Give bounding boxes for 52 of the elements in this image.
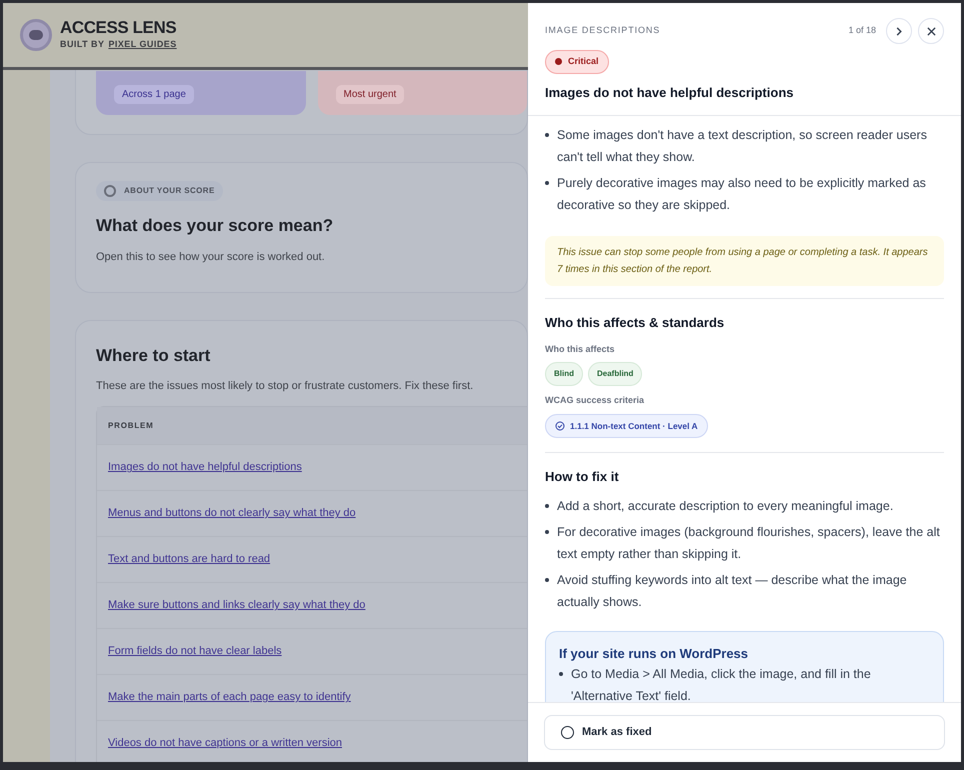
bullet-icon [545, 181, 549, 185]
section-description: These are the issues most likely to stop or frustrate customers. Fix these first. [96, 378, 474, 394]
bullet-text: Add a short, accurate description to every meaningful image. [557, 498, 894, 515]
bullet-text: For decorative images (background flourishes, spacers), leave the alt text empty rather than skipping it. [557, 524, 941, 563]
field-label: WCAG success criteria [545, 394, 644, 407]
issue-link[interactable]: Form fields do not have clear labels [108, 643, 282, 660]
criterion-label: 1.1.1 Non-text Content · Level A [570, 420, 698, 432]
audience-tag: Deafblind [588, 362, 642, 386]
notice-text: This issue can stop some people from using a page or completing a task. It appears 7 times in this section of the report. [545, 236, 944, 286]
bullet-icon [559, 672, 563, 676]
bullet-icon [545, 504, 549, 508]
close-button[interactable] [918, 18, 944, 44]
issue-link[interactable]: Make sure buttons and links clearly say what they do [108, 597, 366, 614]
bullet-text: Purely decorative images may also need to be explicitly marked as decorative so they are skipped. [557, 175, 927, 214]
section-description: Open this to see how your score is worked out. [96, 250, 325, 264]
bullet-icon [545, 578, 549, 582]
bullet-icon [545, 530, 549, 534]
section-heading: How to fix it [545, 468, 620, 486]
bullet-text: Some images don't have a text description, so screen reader users can't tell what they show. [557, 127, 928, 166]
byline-link[interactable]: PIXEL GUIDES [108, 38, 177, 52]
issue-link[interactable]: Make the main parts of each page easy to identify [108, 689, 351, 706]
score-card[interactable]: ABOUT YOUR SCORE What does your score mean? Open this to see how your score is worked out. [75, 162, 528, 293]
eye-icon [20, 19, 52, 51]
panel-category: IMAGE DESCRIPTIONS [545, 24, 662, 38]
mark-fixed-button[interactable]: Mark as fixed [544, 715, 945, 750]
section-title: Where to start [96, 345, 212, 367]
section-heading: Who this affects & standards [545, 314, 724, 332]
audience-tag: Blind [545, 362, 583, 386]
issue-link[interactable]: Text and buttons are hard to read [108, 551, 270, 568]
issue-link[interactable]: Images do not have helpful descriptions [108, 459, 302, 476]
close-icon [926, 26, 936, 36]
score-tag-label: ABOUT YOUR SCORE [124, 185, 215, 197]
bullet-icon [545, 133, 549, 137]
check-badge-icon [555, 420, 565, 431]
column-header: PROBLEM [97, 407, 527, 444]
bullet-text: Avoid stuffing keywords into alt text — describe what the image actually shows. [557, 572, 908, 611]
byline-label: BUILT BY [60, 38, 104, 52]
section-title: What does your score mean? [96, 215, 334, 237]
tip-title: If your site runs on WordPress [559, 644, 750, 663]
issue-link[interactable]: Menus and buttons do not clearly say what they do [108, 505, 356, 522]
bullet-text: Go to Media > All Media, click the image, and fill in the 'Alternative Text' field. [571, 666, 872, 702]
issue-title: Images do not have helpful descriptions [545, 84, 794, 102]
chevron-right-icon [895, 26, 903, 36]
stat-tag: Across 1 page [114, 85, 194, 104]
app-title: ACCESS LENS [60, 18, 177, 38]
issue-link[interactable]: Videos do not have captions or a written version [108, 735, 342, 752]
field-label: Who this affects [545, 342, 615, 356]
stat-tag: Most urgent [336, 85, 404, 104]
severity-label: Critical [568, 55, 599, 68]
next-button[interactable] [886, 18, 912, 44]
info-icon [104, 185, 116, 197]
issue-counter: 1 of 18 [848, 24, 876, 38]
